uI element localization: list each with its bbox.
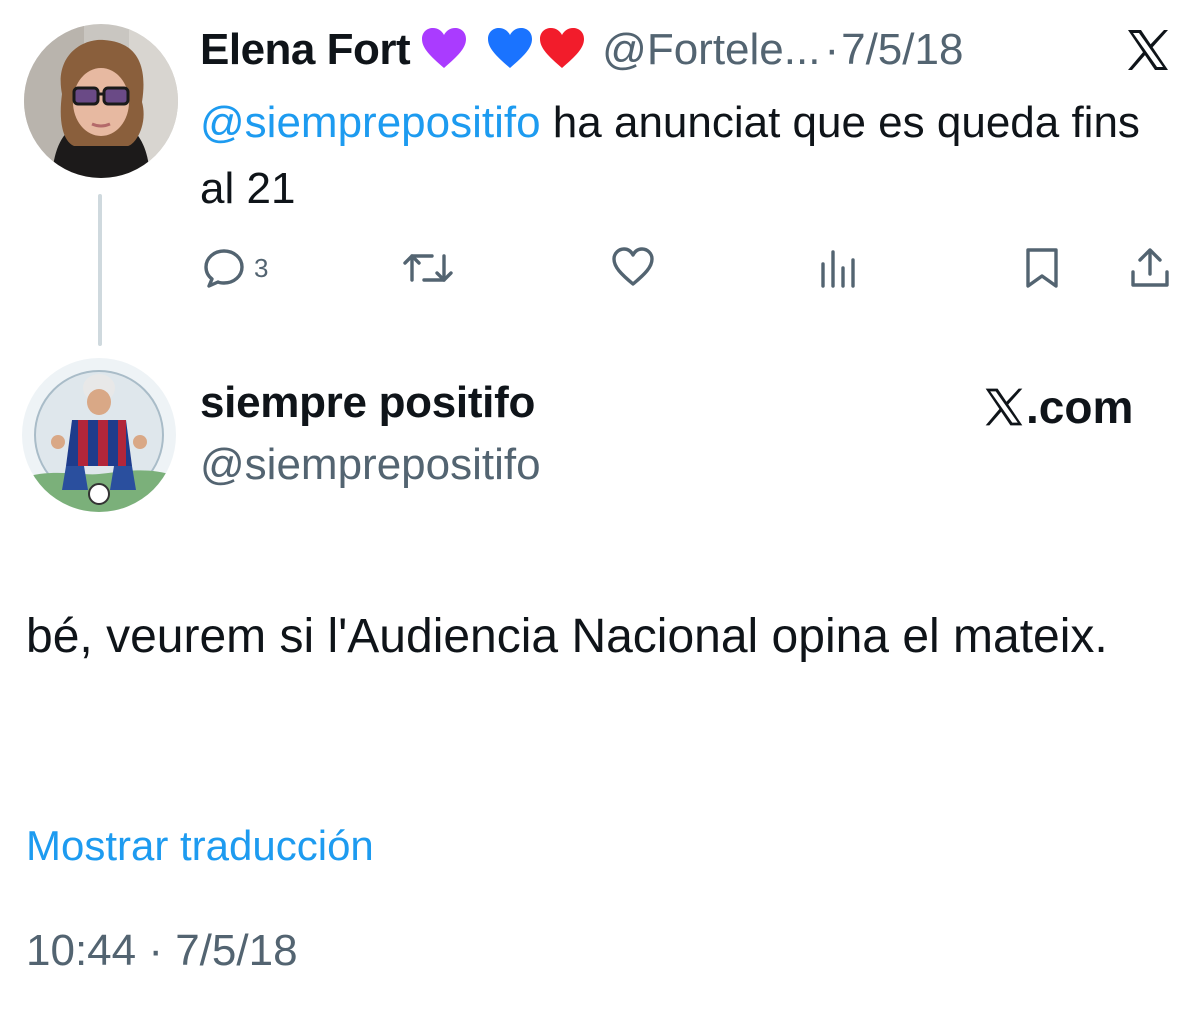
retweet-button[interactable]: [402, 246, 454, 290]
retweet-icon: [403, 254, 453, 282]
main-author-name[interactable]: siempre positifo: [200, 378, 535, 428]
blue-heart-icon: [486, 26, 534, 75]
x-com-brand: .com: [982, 380, 1133, 434]
like-button[interactable]: [610, 246, 656, 288]
like-icon: [612, 247, 654, 286]
x-brand-icon: [985, 388, 1023, 426]
share-icon: [1131, 248, 1169, 287]
bookmark-button[interactable]: [1022, 246, 1062, 290]
tweet-action-bar: 3: [200, 238, 1180, 298]
reply-tweet-header: Elena Fort @Fortele... · 7/5/18: [200, 22, 963, 78]
views-icon: [821, 250, 855, 288]
thread-connector-line: [98, 194, 102, 346]
main-author-handle[interactable]: @siemprepositifo: [200, 440, 541, 490]
separator-dot: ·: [824, 25, 840, 74]
avatar-siempre-positifo[interactable]: [22, 358, 176, 512]
x-logo-icon: [1124, 26, 1172, 74]
author-handle[interactable]: @Fortele...: [602, 25, 820, 75]
views-button[interactable]: [818, 246, 858, 290]
purple-heart-icon: [420, 26, 468, 75]
reply-tweet-text: @siemprepositifo ha anunciat que es qued…: [200, 90, 1160, 222]
avatar-elena-fort[interactable]: [24, 24, 178, 178]
bookmark-icon: [1026, 248, 1058, 288]
mention-link[interactable]: @siemprepositifo: [200, 98, 541, 147]
reply-button[interactable]: 3: [202, 246, 268, 290]
author-name[interactable]: Elena Fort: [200, 25, 411, 75]
main-tweet-text: bé, veurem si l'Audiencia Nacional opina…: [26, 610, 1108, 663]
share-button[interactable]: [1128, 246, 1172, 290]
show-translation-link[interactable]: Mostrar traducción: [26, 822, 374, 870]
tweet-timestamp[interactable]: 10:44 · 7/5/18: [26, 926, 298, 976]
tweet-date[interactable]: 7/5/18: [841, 25, 963, 75]
reply-count: 3: [254, 252, 269, 283]
reply-icon: [204, 249, 244, 288]
red-heart-icon: [538, 26, 586, 75]
x-com-suffix: .com: [1026, 381, 1134, 433]
tweet-screenshot: Elena Fort @Fortele... · 7/5/18 @siempre…: [0, 0, 1200, 1017]
